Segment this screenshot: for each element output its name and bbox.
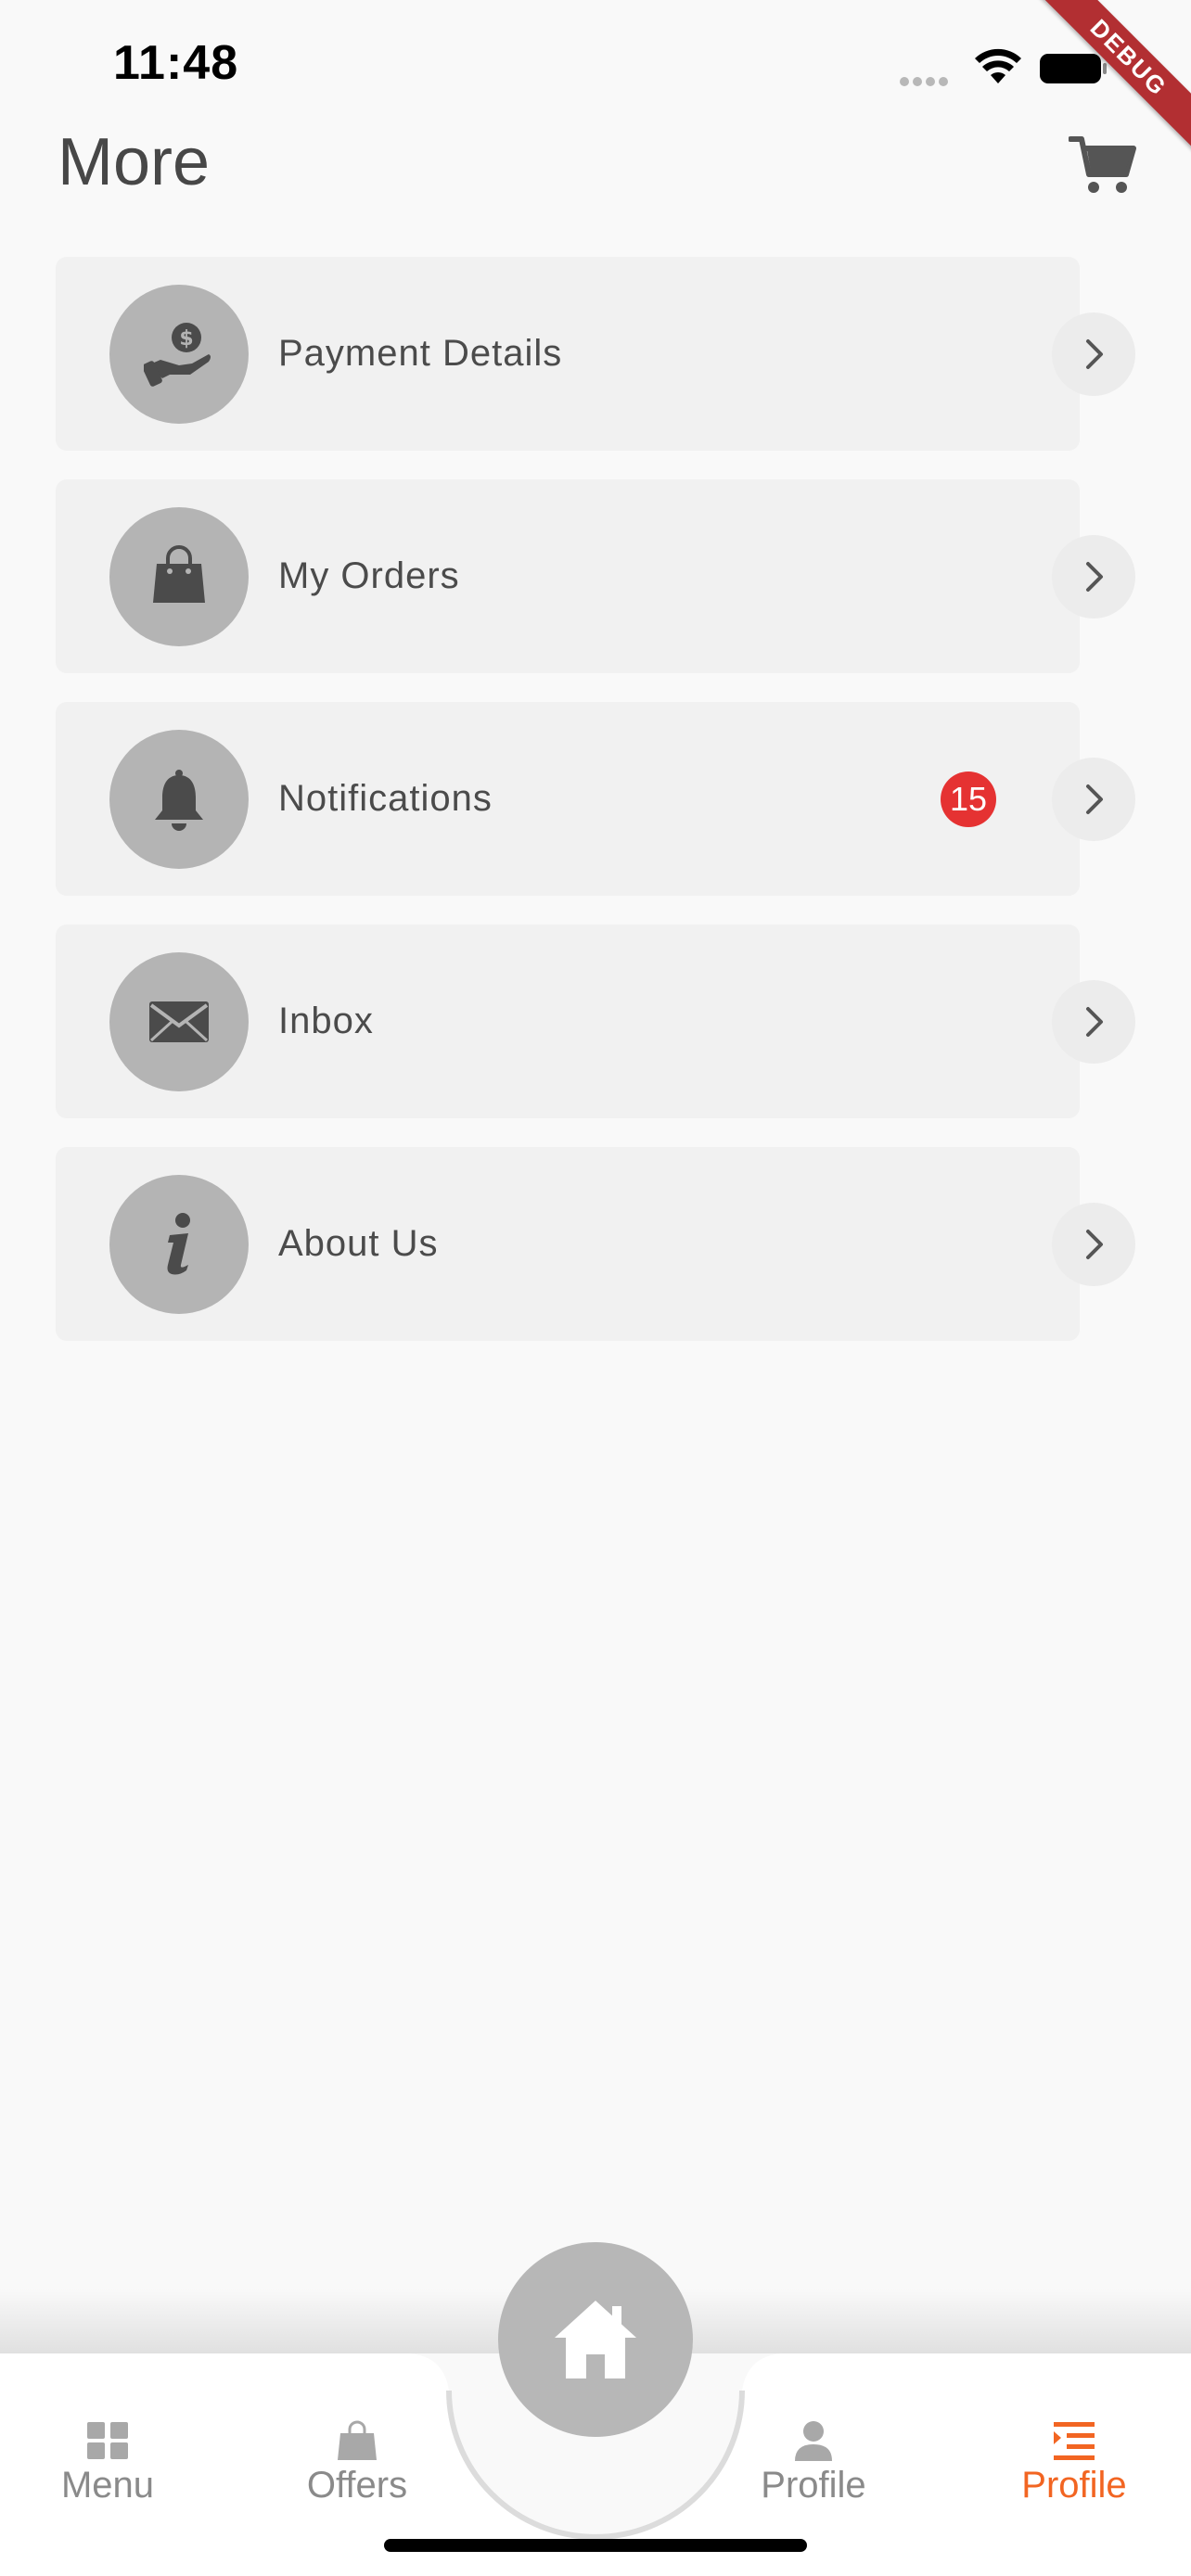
menu-item-label: Payment Details <box>278 333 563 374</box>
notification-count-badge: 15 <box>941 772 996 827</box>
chevron-right-icon[interactable] <box>1052 758 1135 841</box>
chevron-right-icon[interactable] <box>1052 312 1135 396</box>
payment-hand-icon: $ <box>109 285 249 424</box>
chevron-right-icon[interactable] <box>1052 535 1135 618</box>
person-icon <box>795 2421 832 2461</box>
nav-tab-label: Profile <box>1021 2465 1127 2506</box>
nav-tab-profile[interactable]: Profile <box>730 2420 897 2506</box>
signal-icon <box>900 74 957 86</box>
home-button[interactable] <box>498 2242 693 2437</box>
svg-text:$: $ <box>179 327 193 351</box>
nav-tab-label: Offers <box>306 2465 408 2506</box>
menu-item-label: About Us <box>278 1223 439 1264</box>
info-icon <box>109 1175 249 1314</box>
menu-item-about-us[interactable]: About Us <box>56 1147 1135 1341</box>
nav-tab-label: Profile <box>761 2465 866 2506</box>
home-indicator <box>384 2539 807 2552</box>
menu-item-inbox[interactable]: Inbox <box>56 925 1135 1118</box>
chevron-right-icon[interactable] <box>1052 980 1135 1064</box>
battery-icon <box>1040 54 1107 83</box>
shopping-bag-icon <box>109 507 249 646</box>
menu-item-payment-details[interactable]: $ Payment Details <box>56 257 1135 451</box>
bell-icon <box>109 730 249 869</box>
menu-item-label: Inbox <box>278 1001 374 1041</box>
envelope-icon <box>109 952 249 1091</box>
screen: 11:48 DEBUG More $ Payment Details My Or… <box>0 0 1191 2576</box>
menu-item-label: Notifications <box>278 778 493 819</box>
nav-tab-profile-active[interactable]: Profile <box>991 2420 1158 2506</box>
wifi-icon <box>975 48 1021 83</box>
page-title: More <box>58 125 211 199</box>
nav-tab-offers[interactable]: Offers <box>274 2420 441 2506</box>
status-time: 11:48 <box>113 36 239 90</box>
nav-tab-menu[interactable]: Menu <box>24 2420 191 2506</box>
home-icon <box>555 2301 636 2378</box>
grid-icon <box>87 2422 128 2459</box>
menu-item-label: My Orders <box>278 555 460 596</box>
cart-icon[interactable] <box>1069 134 1137 197</box>
menu-list: $ Payment Details My Orders Notification… <box>56 257 1135 1370</box>
menu-item-my-orders[interactable]: My Orders <box>56 479 1135 673</box>
menu-item-notifications[interactable]: Notifications 15 <box>56 702 1135 896</box>
shopping-bag-icon <box>338 2420 377 2460</box>
chevron-right-icon[interactable] <box>1052 1203 1135 1286</box>
nav-tab-label: Menu <box>60 2465 155 2506</box>
list-icon <box>1054 2422 1095 2460</box>
status-bar: 11:48 <box>0 0 1191 130</box>
